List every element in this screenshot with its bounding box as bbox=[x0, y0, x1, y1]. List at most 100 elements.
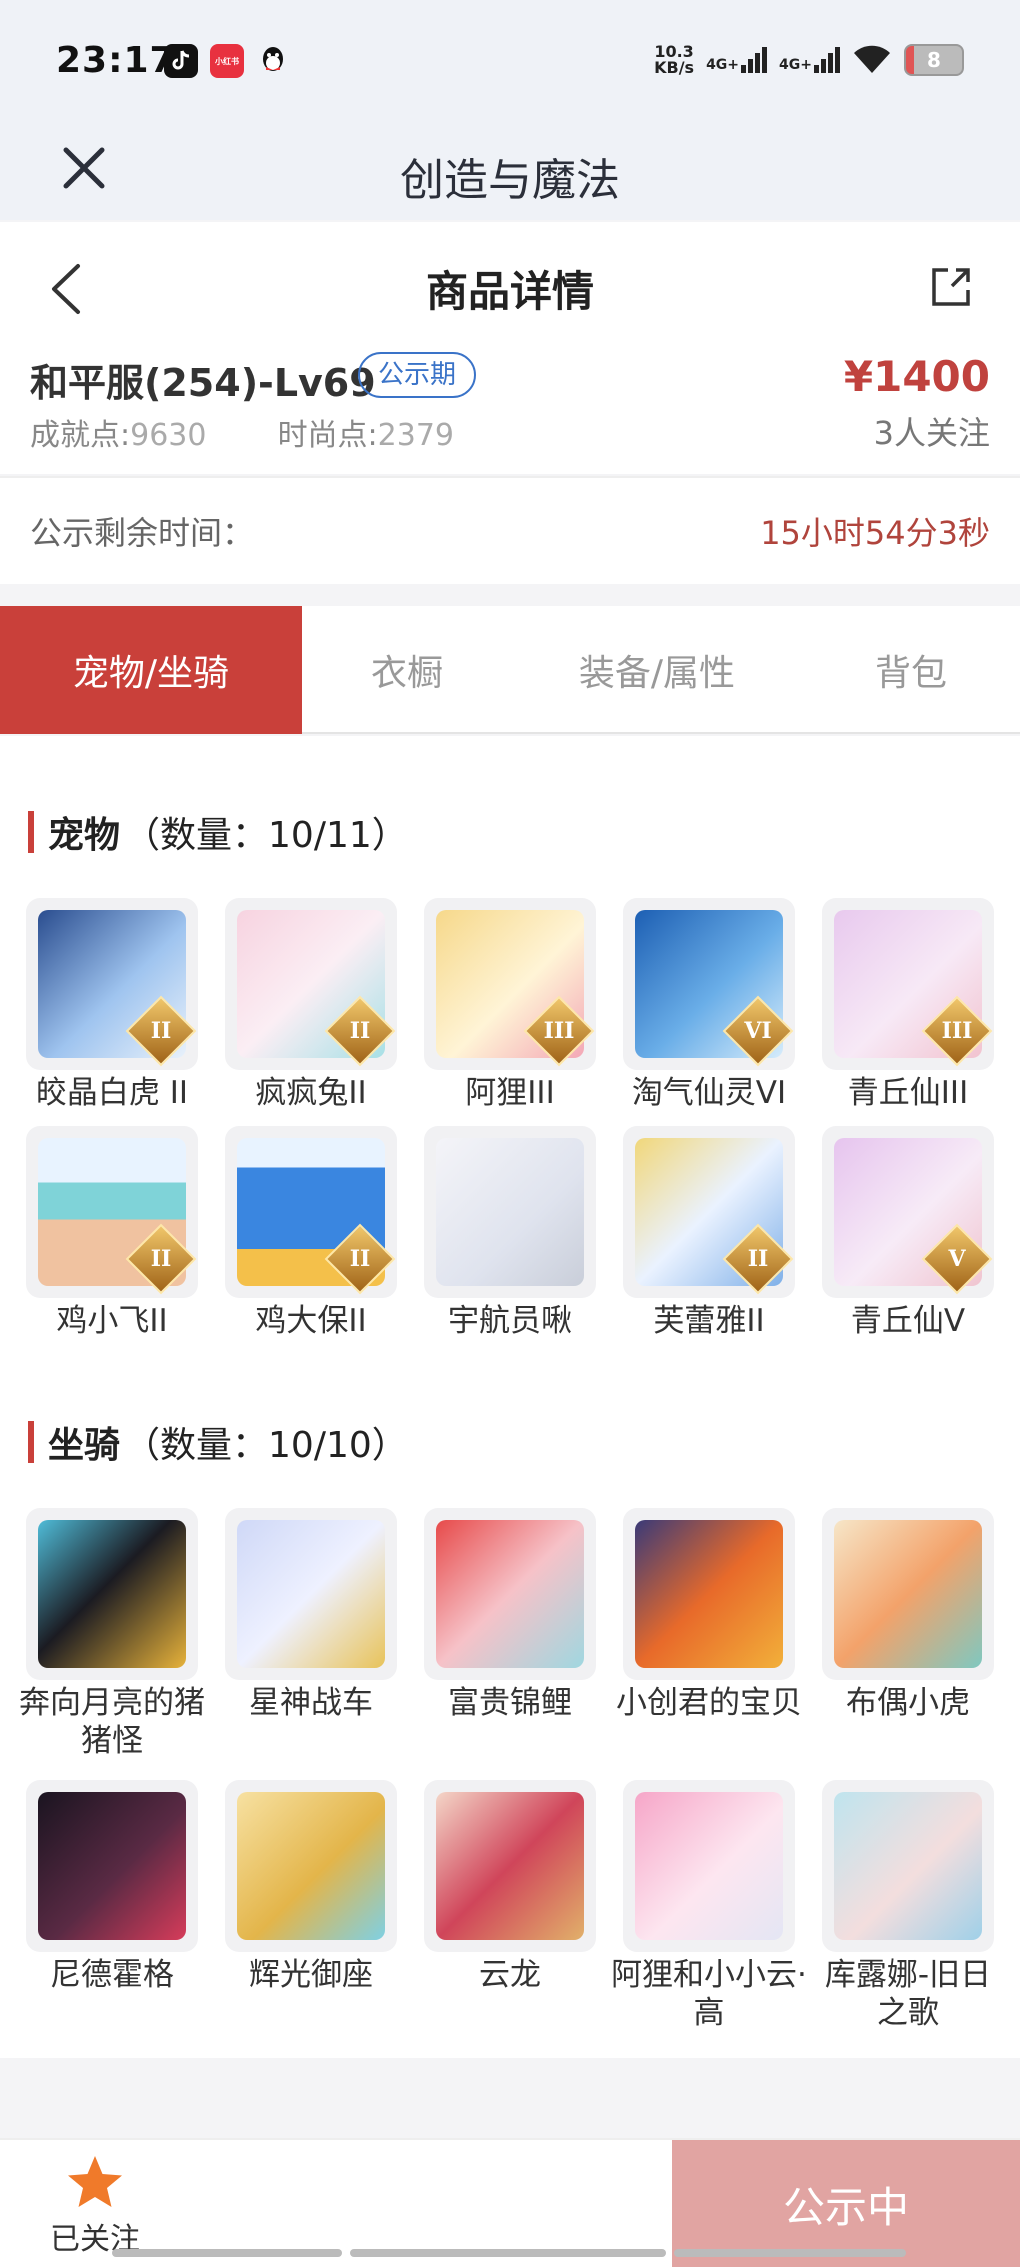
mount-item[interactable]: 辉光御座 bbox=[225, 1780, 397, 2032]
pet-thumbnail: II bbox=[225, 898, 397, 1070]
mount-name: 星神战车 bbox=[249, 1685, 373, 1721]
share-icon[interactable] bbox=[928, 264, 974, 310]
xiaohongshu-icon-text: 小红书 bbox=[215, 56, 239, 66]
rank-badge-label: II bbox=[349, 1018, 371, 1044]
star-icon bbox=[68, 2156, 122, 2207]
tab-bar: 宠物/坐骑 衣橱 装备/属性 背包 bbox=[0, 606, 1020, 734]
mount-name: 富贵锦鲤 bbox=[448, 1685, 572, 1721]
signal-type-1: 4G+ bbox=[706, 57, 740, 73]
mount-name: 奔向月亮的猪猪怪 bbox=[19, 1685, 205, 1759]
mount-name: 阿狸和小小云·高 bbox=[611, 1957, 807, 2031]
pet-item[interactable]: V 青丘仙V bbox=[822, 1126, 994, 1340]
rank-badge-label: II bbox=[150, 1018, 172, 1044]
tab-equipment[interactable]: 装备/属性 bbox=[512, 606, 802, 734]
pets-grid: II 皎晶白虎 II II 疯疯兔II III 阿狸III VI 淘气仙灵VI III 青丘仙II… bbox=[26, 898, 996, 1340]
fashion-value: 2379 bbox=[377, 418, 455, 453]
price: ¥1400 bbox=[843, 352, 990, 401]
mount-image bbox=[38, 1792, 186, 1940]
pet-name: 疯疯兔II bbox=[255, 1075, 367, 1111]
product-points: 成就点:9630 时尚点:2379 bbox=[30, 410, 454, 454]
mount-item[interactable]: 奔向月亮的猪猪怪 bbox=[19, 1508, 205, 1760]
follow-button[interactable]: 已关注 bbox=[40, 2154, 150, 2264]
mount-image bbox=[237, 1792, 385, 1940]
pet-item[interactable]: III 青丘仙III bbox=[822, 898, 994, 1112]
pet-name: 鸡大保II bbox=[255, 1303, 367, 1339]
pets-title: 宠物 bbox=[48, 815, 121, 856]
mount-image bbox=[834, 1520, 982, 1668]
tab-pets-mounts[interactable]: 宠物/坐骑 bbox=[0, 606, 302, 734]
server-level: 和平服(254)-Lv69 bbox=[30, 361, 376, 405]
pet-thumbnail: II bbox=[225, 1126, 397, 1298]
bottom-bar: 已关注 公示中 bbox=[0, 2138, 1020, 2267]
pet-item[interactable]: II 芙蕾雅II bbox=[623, 1126, 795, 1340]
pet-item[interactable]: II 鸡小飞II bbox=[26, 1126, 198, 1340]
countdown-value: 15小时54分3秒 bbox=[760, 514, 990, 552]
mount-image bbox=[436, 1520, 584, 1668]
pet-image bbox=[436, 1138, 584, 1286]
pet-thumbnail: V bbox=[822, 1126, 994, 1298]
signal-type-2: 4G+ bbox=[779, 57, 812, 73]
pet-item[interactable]: 宇航员啾 bbox=[424, 1126, 596, 1340]
battery-level: 8 bbox=[927, 48, 941, 72]
mount-name: 布偶小虎 bbox=[846, 1685, 970, 1721]
pet-item[interactable]: II 皎晶白虎 II bbox=[26, 898, 198, 1112]
pet-item[interactable]: III 阿狸III bbox=[424, 898, 596, 1112]
mount-thumbnail bbox=[424, 1780, 596, 1952]
mount-item[interactable]: 尼德霍格 bbox=[26, 1780, 198, 2032]
status-badge: 公示期 bbox=[358, 352, 477, 398]
pet-item[interactable]: II 鸡大保II bbox=[225, 1126, 397, 1340]
mount-item[interactable]: 布偶小虎 bbox=[822, 1508, 994, 1760]
app-title: 创造与魔法 bbox=[400, 155, 620, 206]
public-status-button[interactable]: 公示中 bbox=[672, 2140, 1020, 2267]
pet-thumbnail: II bbox=[26, 898, 198, 1070]
fashion-label: 时尚点: bbox=[277, 418, 378, 453]
nav-gesture-bar bbox=[674, 2249, 906, 2257]
tab-wardrobe[interactable]: 衣橱 bbox=[302, 606, 512, 734]
pet-thumbnail bbox=[424, 1126, 596, 1298]
pets-section-header: 宠物 （数量：10/11） bbox=[28, 806, 408, 858]
status-bar: 23:17 小红书 10.3 KB/s 4G+ 4G+ 8 bbox=[0, 0, 1020, 122]
tab-backpack[interactable]: 背包 bbox=[802, 606, 1020, 734]
qq-icon bbox=[256, 44, 290, 78]
mount-name: 库露娜-旧日之歌 bbox=[824, 1957, 992, 2031]
countdown-label: 公示剩余时间： bbox=[30, 514, 255, 552]
pet-item[interactable]: VI 淘气仙灵VI bbox=[623, 898, 795, 1112]
cell-signal-icon: 4G+ bbox=[706, 47, 768, 73]
mount-thumbnail bbox=[822, 1508, 994, 1680]
page-title: 商品详情 bbox=[425, 267, 594, 316]
status-indicators: 10.3 KB/s 4G+ 4G+ 8 bbox=[654, 40, 964, 80]
achievement-value: 9630 bbox=[130, 418, 207, 453]
net-speed: 10.3 KB/s bbox=[654, 44, 694, 76]
pet-name: 淘气仙灵VI bbox=[631, 1075, 787, 1111]
mounts-section-header: 坐骑 （数量：10/10） bbox=[28, 1416, 408, 1468]
mount-item[interactable]: 阿狸和小小云·高 bbox=[611, 1780, 807, 2032]
rank-badge-label: II bbox=[349, 1246, 371, 1272]
pet-thumbnail: III bbox=[822, 898, 994, 1070]
mounts-count: （数量：10/10） bbox=[124, 1425, 408, 1466]
pet-thumbnail: II bbox=[26, 1126, 198, 1298]
mount-item[interactable]: 星神战车 bbox=[225, 1508, 397, 1760]
nav-gesture-bar bbox=[112, 2249, 342, 2257]
achievement-label: 成就点: bbox=[30, 418, 131, 453]
pet-thumbnail: II bbox=[623, 1126, 795, 1298]
mount-item[interactable]: 云龙 bbox=[424, 1780, 596, 2032]
pet-item[interactable]: II 疯疯兔II bbox=[225, 898, 397, 1112]
mount-item[interactable]: 富贵锦鲤 bbox=[424, 1508, 596, 1760]
mounts-grid: 奔向月亮的猪猪怪 星神战车 富贵锦鲤 小创君的宝贝 布偶小虎尼德霍格 辉光御座 云龙 阿狸和小… bbox=[19, 1508, 996, 2032]
pets-count: （数量：10/11） bbox=[124, 815, 408, 856]
countdown-row: 公示剩余时间： 15小时54分3秒 bbox=[0, 476, 1020, 584]
net-speed-unit: KB/s bbox=[654, 58, 695, 77]
battery-icon: 8 bbox=[904, 44, 964, 76]
pet-name: 青丘仙III bbox=[847, 1075, 969, 1111]
mount-item[interactable]: 库露娜-旧日之歌 bbox=[822, 1780, 994, 2032]
mount-item[interactable]: 小创君的宝贝 bbox=[616, 1508, 802, 1760]
rank-badge-label: II bbox=[150, 1246, 172, 1272]
pet-name: 宇航员啾 bbox=[448, 1303, 572, 1339]
wifi-icon bbox=[854, 45, 890, 73]
cell-signal-icon-2: 4G+ bbox=[779, 47, 840, 73]
mount-image bbox=[237, 1520, 385, 1668]
douyin-icon bbox=[164, 44, 198, 78]
pet-name: 鸡小飞II bbox=[56, 1303, 168, 1339]
mount-thumbnail bbox=[26, 1508, 198, 1680]
rank-badge-label: VI bbox=[744, 1018, 772, 1044]
